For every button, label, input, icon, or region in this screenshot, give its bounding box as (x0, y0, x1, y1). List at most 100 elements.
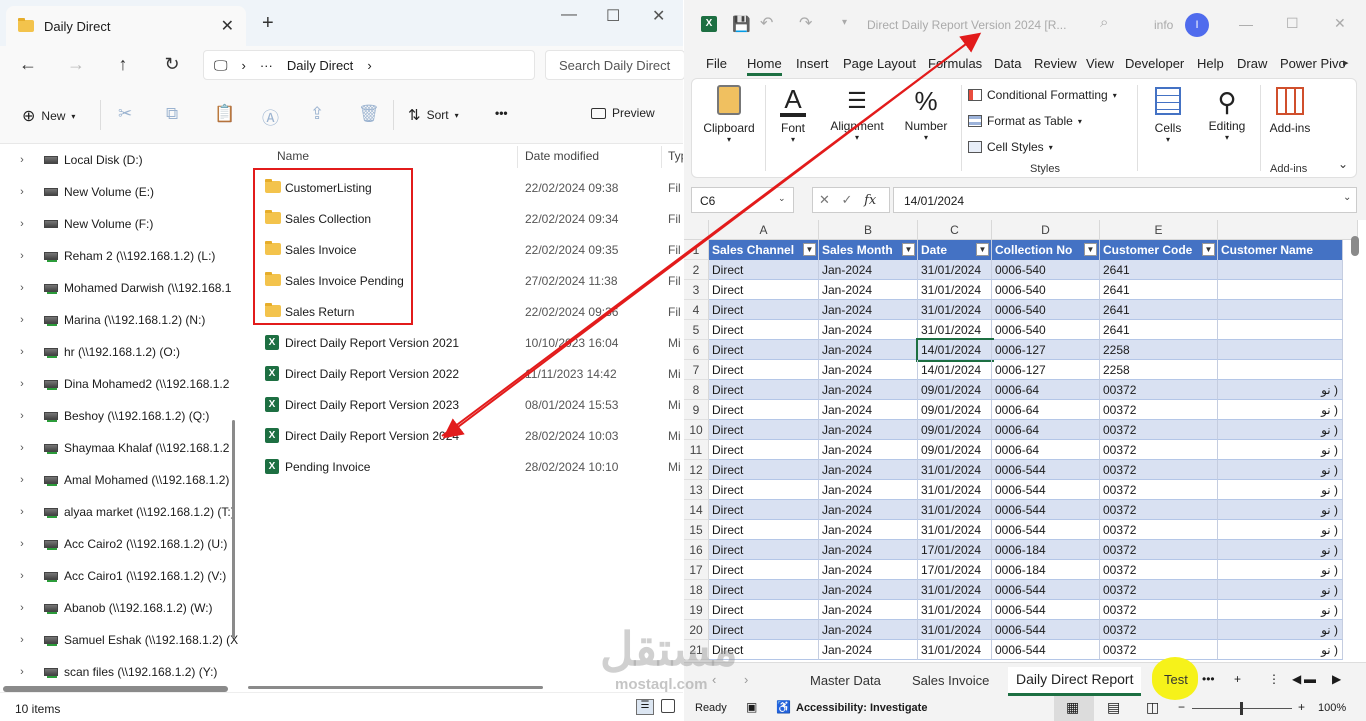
file-row[interactable]: X Direct Daily Report Version 2023 08/01/2… (245, 389, 683, 420)
table-cell[interactable]: 17/01/2024 (918, 540, 992, 560)
sidebar-item[interactable]: › New Volume (F:) (0, 208, 240, 240)
table-cell[interactable]: نو ) (1218, 540, 1343, 560)
table-cell[interactable]: 2641 (1100, 280, 1218, 300)
table-cell[interactable]: 0006-64 (992, 400, 1100, 420)
sidebar-item[interactable]: › Amal Mohamed (\\192.168.1.2) (0, 464, 240, 496)
table-cell[interactable]: Direct (709, 320, 819, 340)
ribbon-tab[interactable]: Home (747, 56, 782, 76)
vertical-scrollbar[interactable] (1351, 236, 1359, 256)
table-cell[interactable]: Direct (709, 280, 819, 300)
row-header[interactable]: 16 (684, 540, 709, 560)
table-header-cell[interactable]: Customer Code ▼ (1100, 240, 1218, 260)
column-header-type[interactable]: Typ (668, 149, 683, 163)
table-cell[interactable]: 31/01/2024 (918, 460, 992, 480)
table-cell[interactable]: Jan-2024 (819, 640, 918, 660)
new-button[interactable]: ⊕ New ▾ (22, 106, 75, 126)
ribbon-tab[interactable]: Page Layout (843, 56, 916, 71)
table-cell[interactable]: 31/01/2024 (918, 580, 992, 600)
table-cell[interactable]: نو ) (1218, 380, 1343, 400)
table-cell[interactable]: Direct (709, 380, 819, 400)
maximize-icon[interactable]: ☐ (606, 6, 620, 26)
sidebar-item[interactable]: › Shaymaa Khalaf (\\192.168.1.2 (0, 432, 240, 464)
column-letter-header[interactable]: C (918, 220, 992, 240)
row-header[interactable]: 8 (684, 380, 709, 400)
sidebar-item[interactable]: › hr (\\192.168.1.2) (O:) (0, 336, 240, 368)
select-all-corner[interactable] (684, 220, 709, 240)
ribbon-tab[interactable]: Review (1034, 56, 1077, 71)
next-sheet-icon[interactable]: › (744, 672, 748, 687)
sidebar-item[interactable]: › Acc Cairo2 (\\192.168.1.2) (U:) (0, 528, 240, 560)
table-cell[interactable]: Jan-2024 (819, 360, 918, 380)
table-cell[interactable]: نو ) (1218, 500, 1343, 520)
ribbon-tab[interactable]: Developer (1125, 56, 1184, 71)
address-ellipsis[interactable]: ··· (260, 58, 273, 73)
table-header-cell[interactable]: Sales Month ▼ (819, 240, 918, 260)
table-cell[interactable]: 31/01/2024 (918, 600, 992, 620)
table-cell[interactable] (1218, 300, 1343, 320)
file-row[interactable]: X Direct Daily Report Version 2021 10/10/2… (245, 327, 683, 358)
table-cell[interactable]: 00372 (1100, 440, 1218, 460)
row-header[interactable]: 6 (684, 340, 709, 360)
ribbon-tab[interactable]: Insert (796, 56, 829, 71)
up-icon[interactable]: ↑ (111, 54, 135, 75)
table-cell[interactable]: 0006-64 (992, 380, 1100, 400)
preview-button[interactable]: Preview (591, 106, 655, 120)
filelist-hscrollbar[interactable] (248, 686, 543, 689)
row-header[interactable]: 17 (684, 560, 709, 580)
table-cell[interactable]: Direct (709, 300, 819, 320)
editing-group[interactable]: ⚲ Editing ▾ (1198, 85, 1256, 142)
file-row[interactable]: X Direct Daily Report Version 2022 11/11/2… (245, 358, 683, 389)
table-cell[interactable]: Jan-2024 (819, 620, 918, 640)
filter-dropdown-icon[interactable]: ▼ (902, 243, 915, 256)
row-header[interactable]: 3 (684, 280, 709, 300)
table-cell[interactable]: 09/01/2024 (918, 420, 992, 440)
undo-icon[interactable]: ↶ (760, 13, 773, 33)
search-icon[interactable]: ⌕ (1100, 14, 1108, 31)
column-letter-header[interactable]: B (819, 220, 918, 240)
chevron-right-icon[interactable]: › (0, 250, 44, 262)
table-cell[interactable]: 0006-184 (992, 540, 1100, 560)
table-cell[interactable]: Direct (709, 580, 819, 600)
table-cell[interactable]: 0006-544 (992, 460, 1100, 480)
font-group[interactable]: A Font ▾ (768, 85, 818, 144)
table-cell[interactable]: Direct (709, 500, 819, 520)
table-cell[interactable]: 31/01/2024 (918, 640, 992, 660)
details-view-icon[interactable]: ☰ (636, 699, 654, 715)
expand-formula-icon[interactable]: ⌄ (1343, 192, 1351, 203)
table-cell[interactable]: Direct (709, 400, 819, 420)
address-bar[interactable]: 🖵 › ··· Daily Direct › (203, 50, 535, 80)
sheet-tab[interactable]: Daily Direct Report (1008, 667, 1142, 696)
table-cell[interactable]: 00372 (1100, 520, 1218, 540)
table-cell[interactable]: 0006-184 (992, 560, 1100, 580)
row-header[interactable]: 14 (684, 500, 709, 520)
macro-record-icon[interactable]: ▣ (746, 700, 757, 714)
table-cell[interactable] (1218, 280, 1343, 300)
table-cell[interactable]: Direct (709, 460, 819, 480)
table-cell[interactable]: 09/01/2024 (918, 380, 992, 400)
table-cell[interactable]: 00372 (1100, 380, 1218, 400)
table-cell[interactable]: 0006-64 (992, 440, 1100, 460)
format-as-table-button[interactable]: Format as Table ▾ (968, 114, 1082, 128)
table-cell[interactable]: 0006-540 (992, 320, 1100, 340)
back-icon[interactable]: ← (16, 54, 40, 75)
row-header[interactable]: 19 (684, 600, 709, 620)
table-cell[interactable]: 2258 (1100, 360, 1218, 380)
table-cell[interactable]: 00372 (1100, 420, 1218, 440)
page-layout-view-icon[interactable]: ▤ (1107, 699, 1120, 716)
clipboard-group[interactable]: Clipboard ▾ (698, 85, 760, 144)
chevron-right-icon[interactable]: › (0, 410, 44, 422)
table-cell[interactable]: 0006-127 (992, 340, 1100, 360)
table-cell[interactable]: 0006-544 (992, 480, 1100, 500)
close-tab-icon[interactable]: ✕ (221, 16, 234, 36)
column-header-name[interactable]: Name (277, 149, 309, 163)
chevron-right-icon[interactable]: › (0, 154, 44, 166)
close-window-icon[interactable]: ✕ (652, 6, 665, 26)
ribbon-tab[interactable]: Draw (1237, 56, 1267, 71)
sheet-tab[interactable]: Master Data (810, 673, 881, 688)
table-cell[interactable]: Jan-2024 (819, 340, 918, 360)
sidebar-scrollbar[interactable] (232, 420, 235, 638)
table-cell[interactable]: Jan-2024 (819, 540, 918, 560)
cancel-icon[interactable]: ✕ (819, 192, 830, 207)
table-cell[interactable]: Direct (709, 560, 819, 580)
table-cell[interactable]: نو ) (1218, 560, 1343, 580)
